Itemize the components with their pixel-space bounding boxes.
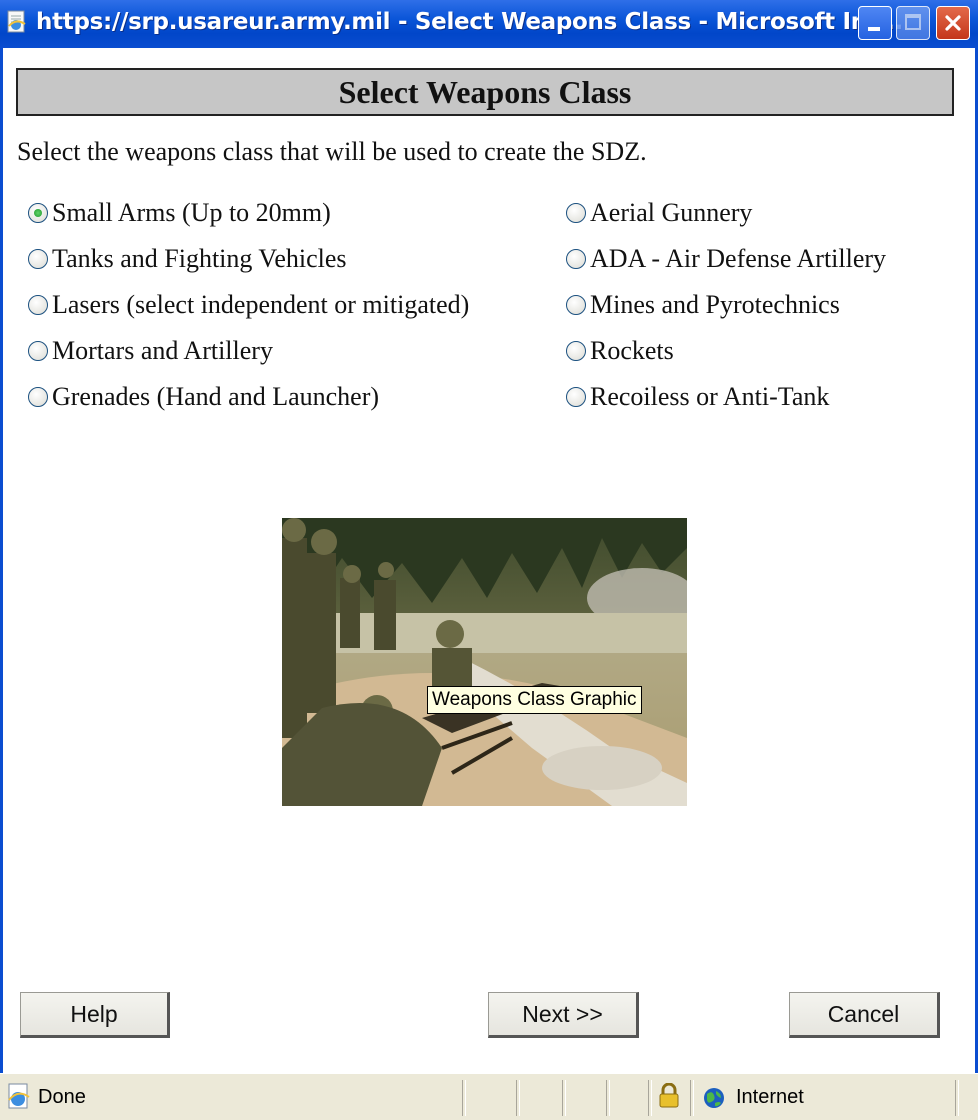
option-mines[interactable]: Mines and Pyrotechnics (566, 289, 840, 321)
page-heading: Select Weapons Class (16, 68, 954, 116)
close-icon[interactable] (936, 6, 970, 40)
minimize-icon[interactable] (858, 6, 892, 40)
intro-text: Select the weapons class that will be us… (17, 137, 647, 166)
option-small-arms[interactable]: Small Arms (Up to 20mm) (28, 197, 331, 229)
option-label: Mortars and Artillery (52, 336, 273, 365)
option-tanks[interactable]: Tanks and Fighting Vehicles (28, 243, 347, 275)
status-divider (648, 1080, 652, 1116)
radio-grenades[interactable] (28, 387, 48, 407)
globe-icon (702, 1086, 726, 1116)
option-rockets[interactable]: Rockets (566, 335, 674, 367)
status-divider (516, 1080, 520, 1116)
radio-small-arms[interactable] (28, 203, 48, 223)
ie-page-icon[interactable] (6, 10, 28, 34)
option-label: Lasers (select independent or mitigated) (52, 290, 470, 319)
security-zone-text: Internet (736, 1086, 804, 1108)
radio-aerial-gunnery[interactable] (566, 203, 586, 223)
option-grenades[interactable]: Grenades (Hand and Launcher) (28, 381, 379, 413)
status-divider (606, 1080, 610, 1116)
next-button[interactable]: Next >> (488, 992, 639, 1038)
radio-ada[interactable] (566, 249, 586, 269)
option-label: Grenades (Hand and Launcher) (52, 382, 380, 411)
window-title: https://srp.usareur.army.mil - Select We… (36, 9, 903, 35)
option-aerial-gunnery[interactable]: Aerial Gunnery (566, 197, 752, 229)
option-label: Recoiless or Anti-Tank (590, 382, 830, 411)
option-label: Mines and Pyrotechnics (590, 290, 840, 319)
cancel-button[interactable]: Cancel (789, 992, 940, 1038)
weapons-class-graphic (282, 518, 687, 806)
maximize-icon[interactable] (896, 6, 930, 40)
radio-mines[interactable] (566, 295, 586, 315)
option-lasers[interactable]: Lasers (select independent or mitigated) (28, 289, 469, 321)
option-label: Small Arms (Up to 20mm) (52, 198, 331, 227)
lock-icon[interactable] (658, 1082, 680, 1115)
radio-tanks[interactable] (28, 249, 48, 269)
option-label: Aerial Gunnery (590, 198, 753, 227)
window-frame-left (0, 48, 3, 1073)
option-label: ADA - Air Defense Artillery (590, 244, 887, 273)
graphic-tooltip: Weapons Class Graphic (427, 686, 642, 714)
status-divider (955, 1080, 959, 1116)
radio-rockets[interactable] (566, 341, 586, 361)
option-recoiless[interactable]: Recoiless or Anti-Tank (566, 381, 829, 413)
option-mortars[interactable]: Mortars and Artillery (28, 335, 273, 367)
help-button[interactable]: Help (20, 992, 170, 1038)
radio-recoiless[interactable] (566, 387, 586, 407)
status-divider (690, 1080, 694, 1116)
window-title-bar[interactable]: https://srp.usareur.army.mil - Select We… (0, 0, 978, 48)
option-label: Tanks and Fighting Vehicles (52, 244, 347, 273)
status-text: Done (38, 1086, 86, 1108)
page-done-icon (6, 1083, 32, 1117)
status-divider (462, 1080, 466, 1116)
option-ada[interactable]: ADA - Air Defense Artillery (566, 243, 886, 275)
status-divider (562, 1080, 566, 1116)
radio-lasers[interactable] (28, 295, 48, 315)
status-bar: Done Internet (0, 1073, 978, 1120)
radio-mortars[interactable] (28, 341, 48, 361)
option-label: Rockets (590, 336, 674, 365)
